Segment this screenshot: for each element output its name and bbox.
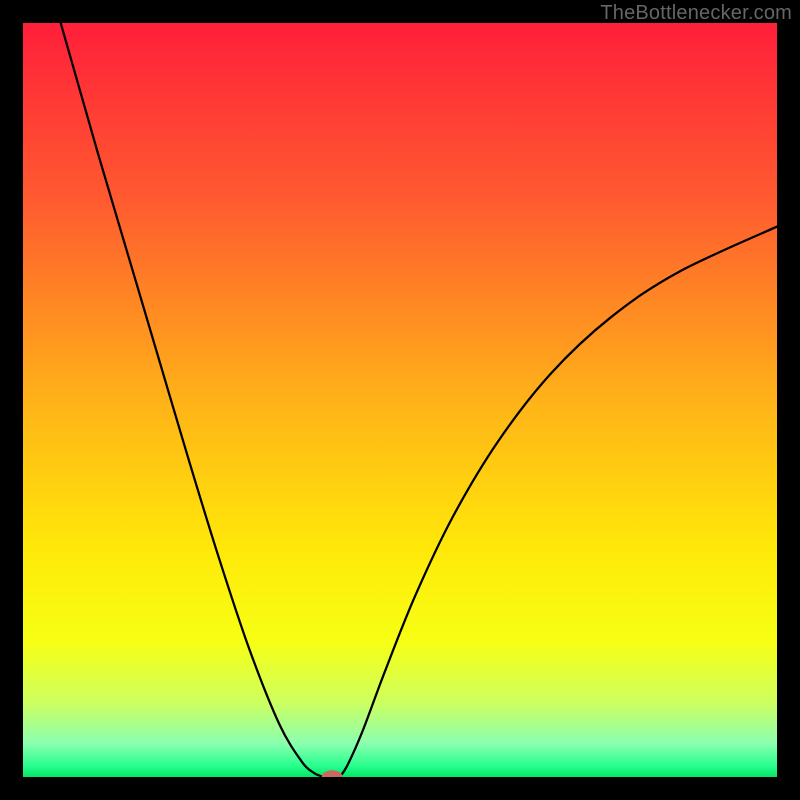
bottleneck-chart (23, 23, 777, 777)
watermark-text: TheBottlenecker.com (600, 2, 792, 25)
chart-frame: TheBottlenecker.com (0, 0, 800, 800)
plot-area (23, 23, 777, 777)
gradient-background (23, 23, 777, 777)
